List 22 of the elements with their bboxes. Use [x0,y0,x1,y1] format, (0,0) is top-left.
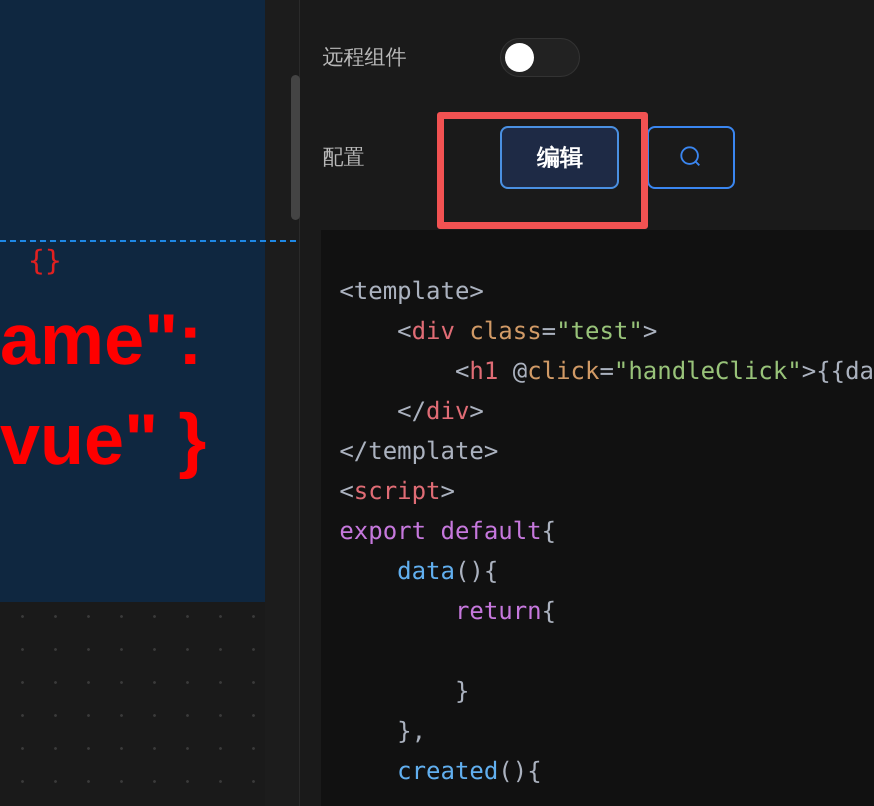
canvas-text: vue" } [0,400,206,480]
code-line: </div> [396,396,485,427]
setting-label: 远程组件 [322,44,408,71]
edit-button[interactable]: 编辑 [500,126,620,188]
code-line: }, [396,716,428,747]
code-line: return{ [454,596,558,627]
code-line: } [454,676,470,707]
brace-text: {} [28,243,62,279]
code-editor[interactable]: <template> <div class="test"> <h1 @click="handleClick">{{da </div> </template> <script> export default{ data(){ return{ } }, created(){ [321,230,874,806]
code-line: export default{ [339,516,558,547]
code-line: </template> [339,436,500,467]
code-line: <h1 @click="handleClick">{{da [454,356,874,387]
code-line: <template> [339,276,485,307]
search-button[interactable] [647,126,736,188]
canvas-text: ame": [0,300,202,380]
code-line: data(){ [396,556,500,587]
code-line: created(){ [396,756,543,787]
code-line: <script> [339,476,456,507]
setting-label: 配置 [322,144,366,171]
toggle-switch[interactable] [500,38,580,76]
code-line: <div class="test"> [396,316,658,347]
scrollbar-thumb[interactable] [290,75,300,220]
